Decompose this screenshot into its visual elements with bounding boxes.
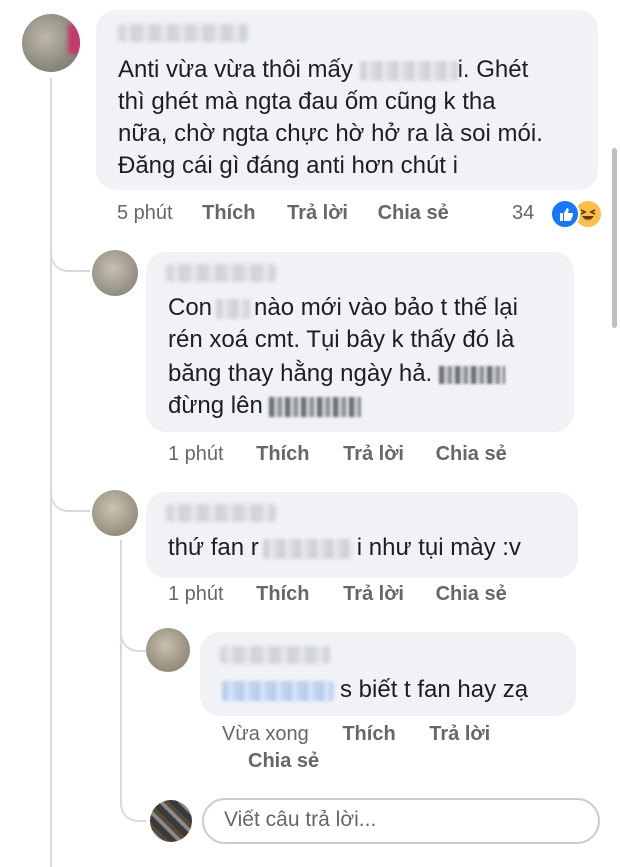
like-button[interactable]: Thích [202, 202, 255, 225]
avatar[interactable] [22, 14, 80, 72]
thread-line [120, 610, 146, 652]
like-button[interactable]: Thích [256, 443, 309, 466]
commenter-name[interactable] [166, 264, 276, 282]
reply-button[interactable]: Trả lời [287, 202, 348, 225]
comment-actions: 1 phút Thích Trả lời Chia sẻ [168, 583, 507, 606]
comment-text: thứ fan ri như tụi mày :v [168, 534, 521, 561]
comment-text: Đăng cái gì đáng anti hơn chút i [118, 152, 458, 179]
censored-text [216, 298, 251, 319]
thread-line [120, 780, 146, 822]
censored-text [269, 396, 362, 417]
comment-text: nữa, chờ ngta chực hờ hở ra là soi mói. [118, 120, 543, 147]
like-icon[interactable] [550, 199, 580, 229]
mentioned-user[interactable] [222, 680, 334, 701]
comment-actions: 5 phút Thích Trả lời Chia sẻ [117, 202, 449, 225]
comment-text: băng thay hằng ngày hả. [168, 358, 505, 390]
comment-time[interactable]: 1 phút [168, 583, 224, 606]
share-button[interactable]: Chia sẻ [436, 583, 507, 606]
share-button[interactable]: Chia sẻ [436, 443, 507, 466]
like-button[interactable]: Thích [256, 583, 309, 606]
avatar[interactable] [92, 250, 138, 296]
avatar[interactable] [150, 800, 192, 842]
reply-button[interactable]: Trả lời [343, 583, 404, 606]
comment-text: s biết t fan hay zạ [222, 674, 528, 706]
thread-line [50, 230, 90, 272]
comment-actions: Vừa xong Thích Trả lời [222, 723, 490, 746]
share-button[interactable]: Chia sẻ [378, 202, 449, 225]
comment-text: rén xoá cmt. Tụi bây k thấy đó là [168, 326, 515, 353]
comment-text: thì ghét mà ngta đau ốm cũng k tha [118, 88, 496, 115]
comment-text: đừng lên [168, 390, 362, 422]
share-button[interactable]: Chia sẻ [248, 750, 319, 773]
like-button[interactable]: Thích [342, 723, 395, 746]
censored-text [438, 365, 505, 384]
comment-time[interactable]: Vừa xong [222, 723, 309, 746]
comment-actions: Chia sẻ [248, 750, 319, 773]
censored-text [262, 538, 353, 559]
commenter-name[interactable] [166, 504, 276, 522]
thread-line [120, 540, 122, 780]
comment-actions: 1 phút Thích Trả lời Chia sẻ [168, 443, 507, 466]
comment-text: Anti vừa vừa thôi mấy i. Ghét [118, 56, 529, 83]
scrollbar[interactable] [612, 148, 617, 328]
commenter-name[interactable] [220, 646, 330, 664]
reaction-count[interactable]: 34 [512, 202, 534, 225]
reply-input[interactable]: Viết câu trả lời... [202, 798, 600, 844]
reply-button[interactable]: Trả lời [429, 723, 490, 746]
comment-time[interactable]: 5 phút [117, 202, 173, 225]
commenter-name[interactable] [118, 24, 248, 42]
comment-time[interactable]: 1 phút [168, 443, 224, 466]
avatar[interactable] [146, 628, 190, 672]
avatar[interactable] [92, 490, 138, 536]
reply-button[interactable]: Trả lời [343, 443, 404, 466]
censored-text [359, 60, 458, 81]
thread-line [50, 470, 90, 512]
comment-text: Con nào mới vào bảo t thế lại [168, 294, 518, 321]
